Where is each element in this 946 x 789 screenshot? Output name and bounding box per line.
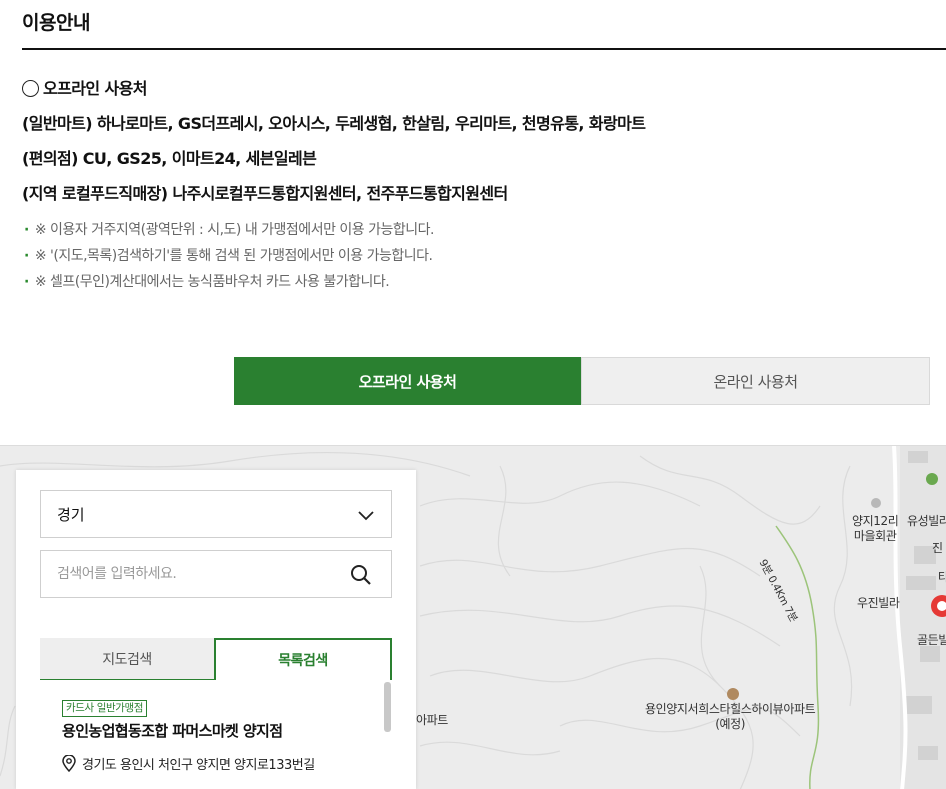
map-label-village-hall: 양지12리 마을회관 (852, 514, 899, 543)
map-label-yusung: 유성빌라 (907, 514, 946, 528)
search-icon[interactable] (349, 563, 373, 587)
search-mode-tabs: 지도검색 목록검색 (40, 638, 392, 680)
offline-heading: 오프라인 사용처 (22, 78, 922, 113)
bullet-icon: · (24, 274, 29, 290)
search-input[interactable] (57, 566, 337, 582)
note-text: ※ 이용자 거주지역(광역단위 : 시,도) 내 가맹점에서만 이용 가능합니다… (34, 222, 435, 238)
search-box (40, 550, 392, 598)
info-line-local-food: (지역 로컬푸드직매장) 나주시로컬푸드통합지원센터, 전주푸드통합지원센터 (22, 184, 508, 203)
store-type-tabs: 오프라인 사용처 온라인 사용처 (234, 357, 930, 405)
usage-info: 오프라인 사용처 (일반마트) 하나로마트, GS더프레시, 오아시스, 두레생… (22, 78, 922, 298)
info-line-convenience: (편의점) CU, GS25, 이마트24, 세븐일레븐 (22, 149, 317, 168)
store-address-text: 경기도 용인시 처인구 양지면 양지로133번길 (82, 758, 315, 773)
list-item[interactable]: 카드사 일반가맹점 용인농업협동조합 파머스마켓 양지점 경기도 용인시 처인구… (62, 696, 382, 773)
circle-icon (22, 80, 39, 97)
store-name: 용인농업협동조합 파머스마켓 양지점 (62, 722, 283, 740)
map-label-ta: 타 (938, 570, 946, 585)
bullet-icon: · (24, 248, 29, 264)
results-scrollbar[interactable] (384, 682, 391, 732)
title-divider (22, 48, 946, 50)
page-title: 이용안내 (22, 12, 90, 34)
note-item: · ※ 이용자 거주지역(광역단위 : 시,도) 내 가맹점에서만 이용 가능합니… (22, 220, 922, 246)
tab-map-search[interactable]: 지도검색 (40, 638, 214, 680)
region-select[interactable]: 경기 (40, 490, 392, 538)
info-line-general-mart: (일반마트) 하나로마트, GS더프레시, 오아시스, 두레생협, 한살림, 우… (22, 114, 646, 133)
offline-heading-label: 오프라인 사용처 (43, 79, 147, 98)
map-label-apartment: 용인양지서희스타힐스하이뷰아파트 (예정) (645, 702, 816, 731)
note-item: · ※ 셀프(무인)계산대에서는 농식품바우처 카드 사용 불가합니다. (22, 272, 922, 298)
notes-list: · ※ 이용자 거주지역(광역단위 : 시,도) 내 가맹점에서만 이용 가능합니… (22, 220, 922, 298)
tab-offline-stores[interactable]: 오프라인 사용처 (234, 357, 581, 405)
map-label-jin: 진 (932, 541, 943, 555)
region-select-value: 경기 (57, 505, 85, 524)
map-label-apartment-short: 아파트 (416, 713, 448, 727)
tab-online-stores[interactable]: 온라인 사용처 (581, 357, 930, 405)
store-address: 경기도 용인시 처인구 양지면 양지로133번길 (62, 754, 382, 773)
map-label-golden: 골든빌 (917, 633, 946, 647)
note-text: ※ 셀프(무인)계산대에서는 농식품바우처 카드 사용 불가합니다. (34, 274, 390, 290)
tab-list-search[interactable]: 목록검색 (214, 638, 392, 680)
store-search-panel: 경기 지도검색 목록검색 카드사 일반가맹점 용인농업협동조합 파머스마켓 양지… (16, 470, 416, 789)
note-text: ※ '(지도,목록)검색하기'를 통해 검색 된 가맹점에서만 이용 가능합니다… (34, 248, 433, 264)
bullet-icon: · (24, 222, 29, 238)
note-item: · ※ '(지도,목록)검색하기'를 통해 검색 된 가맹점에서만 이용 가능합니… (22, 246, 922, 272)
map-label-woojin: 우진빌라 (857, 596, 900, 610)
location-pin-icon (62, 755, 76, 772)
chevron-down-icon (358, 511, 374, 521)
store-type-badge: 카드사 일반가맹점 (62, 700, 148, 717)
